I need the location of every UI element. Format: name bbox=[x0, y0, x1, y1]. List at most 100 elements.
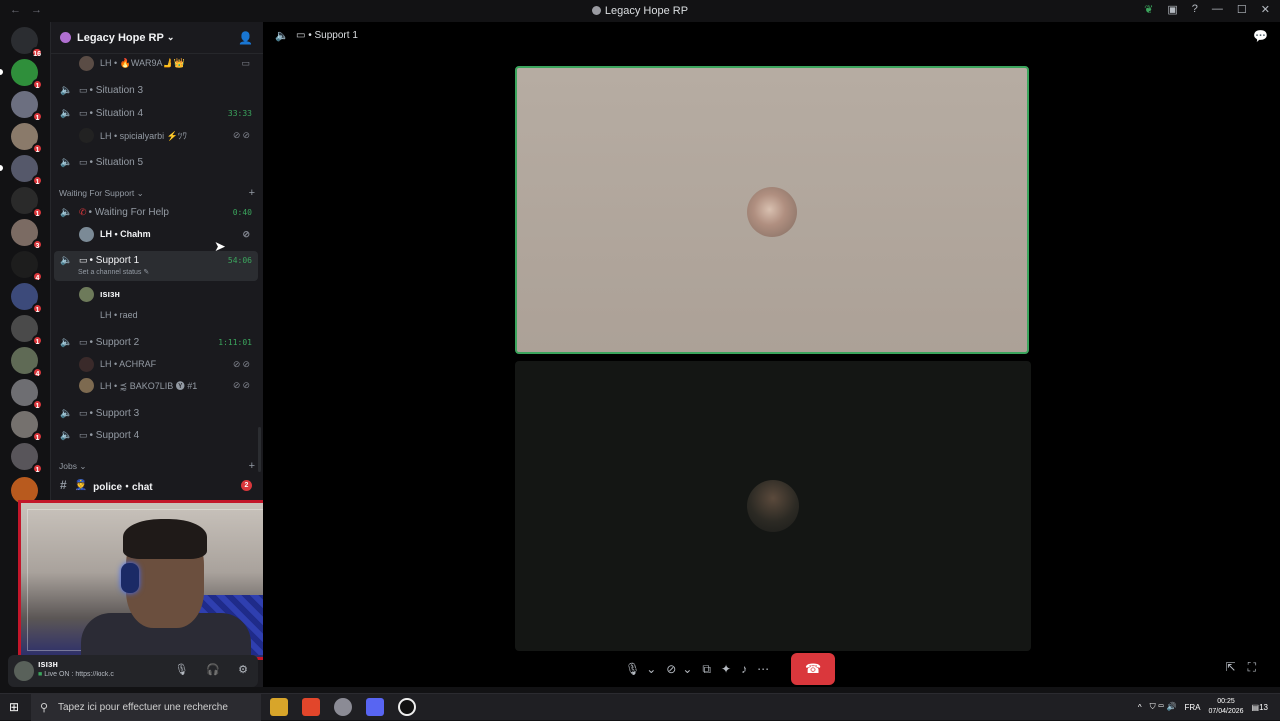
voice-channel-support-3[interactable]: 🔈 ▭ • Support 3 bbox=[54, 403, 258, 423]
scrollbar[interactable] bbox=[258, 427, 261, 472]
text-channel-police-chat[interactable]: # 👮 police・chat 2 bbox=[54, 475, 258, 495]
channel-timer: 54:06 bbox=[227, 256, 252, 265]
server-icon-10[interactable]: 4 bbox=[11, 347, 43, 378]
chevron-down-icon[interactable]: ⌄ bbox=[682, 662, 692, 676]
server-icon-5[interactable]: 1 bbox=[11, 187, 43, 218]
server-icon-7[interactable]: 4 bbox=[11, 251, 43, 282]
server-icon-3[interactable]: 1 bbox=[11, 123, 43, 154]
obs-icon[interactable] bbox=[398, 698, 416, 716]
participant-avatar bbox=[747, 187, 797, 237]
server-icon-9[interactable]: 1 bbox=[11, 315, 43, 346]
channel-timer: 1:11:01 bbox=[218, 337, 252, 347]
voice-channel-support-1[interactable]: 🔈 ▭ • Support 1 54:06 Set a channel status ✎ bbox=[54, 251, 258, 281]
participant-tile-speaking[interactable] bbox=[515, 66, 1029, 354]
category-waiting-for-support[interactable]: Waiting For Support ⌄ + bbox=[59, 187, 259, 202]
webcam-overlay bbox=[18, 500, 299, 660]
server-icon-8[interactable]: 1 bbox=[11, 283, 43, 314]
voice-user[interactable]: LH • ACHRAF ⊘⊘ bbox=[79, 354, 257, 374]
add-channel-icon[interactable]: + bbox=[249, 187, 255, 199]
call-header: 🔈 ▭ • Support 1 💬 bbox=[263, 22, 1280, 50]
camera-control[interactable]: ⊘ ⌄ bbox=[666, 662, 692, 676]
speaker-icon: 🔈 bbox=[60, 206, 73, 218]
home-button[interactable]: 16 bbox=[11, 27, 43, 58]
screen-share-icon[interactable]: ⧉ bbox=[702, 662, 711, 677]
add-channel-icon[interactable]: + bbox=[249, 460, 255, 472]
server-icon-6[interactable]: 3 bbox=[11, 219, 43, 250]
brave-browser-icon[interactable] bbox=[302, 698, 320, 716]
channel-name: • Waiting For Help bbox=[88, 206, 169, 218]
voice-user[interactable]: LH • spicialyarbi ⚡ﾂﾜ ⊘⊘ bbox=[79, 125, 257, 145]
server-icon-4[interactable]: 1 bbox=[0, 155, 43, 186]
avatar[interactable] bbox=[14, 661, 34, 681]
server-header[interactable]: Legacy Hope RP ⌄ 👤 bbox=[51, 22, 263, 54]
notification-count: 13 bbox=[1259, 702, 1268, 712]
server-icon-1[interactable]: 1 bbox=[0, 59, 43, 90]
server-icon-12[interactable]: 1 bbox=[11, 411, 43, 442]
channel-status-prompt[interactable]: Set a channel status ✎ bbox=[78, 268, 149, 276]
server-icon-11[interactable]: 1 bbox=[11, 379, 43, 410]
voice-user[interactable]: ısıзн bbox=[79, 284, 257, 304]
chat-bubble-icon[interactable]: 💬 bbox=[1253, 29, 1268, 43]
invite-people-icon[interactable]: 👤 bbox=[238, 31, 253, 45]
voice-user-name: LH • spicialyarbi ⚡ﾂﾜ bbox=[100, 130, 187, 141]
notification-icon[interactable]: ▤13 bbox=[1252, 703, 1268, 712]
voice-channel-waiting-for-help[interactable]: 🔈 ✆ • Waiting For Help 0:40 bbox=[54, 202, 258, 222]
server-badge: 1 bbox=[32, 399, 43, 410]
voice-channel-support-4[interactable]: 🔈 ▭ • Support 4 bbox=[54, 425, 258, 445]
voice-channel-situation-3[interactable]: 🔈 ▭ • Situation 3 bbox=[54, 80, 258, 100]
language-indicator[interactable]: FRA bbox=[1184, 703, 1200, 712]
activities-icon[interactable]: ✦ bbox=[721, 662, 731, 676]
camera-off-icon[interactable]: ⊘ bbox=[666, 662, 676, 676]
server-badge: 4 bbox=[32, 271, 43, 282]
title-bar: ←→ Legacy Hope RP ❦ ▣ ? — ☐ ✕ bbox=[0, 0, 1280, 22]
discord-icon[interactable] bbox=[366, 698, 384, 716]
voice-user[interactable]: LH • raed bbox=[79, 305, 257, 325]
close-button[interactable]: ✕ bbox=[1261, 3, 1270, 16]
channel-timer: 0:40 bbox=[232, 207, 252, 217]
soundboard-icon[interactable]: ♪ bbox=[741, 662, 747, 676]
disconnect-button[interactable]: ☎ bbox=[791, 653, 836, 685]
search-icon: ⚲ bbox=[40, 702, 49, 714]
muted-deafened-icons: ⊘⊘ bbox=[232, 129, 252, 140]
voice-user[interactable]: LH • 🔥WAR9A🫸👑 ▭ bbox=[79, 53, 257, 73]
taskbar-search[interactable]: ⚲ Tapez ici pour effectuer une recherche bbox=[31, 694, 261, 721]
voice-user-name: ısıзн bbox=[100, 289, 120, 299]
voice-channel-support-2[interactable]: 🔈 ▭ • Support 2 1:11:01 bbox=[54, 332, 258, 352]
voice-user-name: LH • raed bbox=[100, 310, 138, 320]
avatar bbox=[79, 308, 94, 323]
voice-user[interactable]: LH • Chahm ⊘ bbox=[79, 224, 257, 244]
popout-fullscreen-icons[interactable]: ⇱⛶ bbox=[1226, 660, 1268, 675]
mic-control[interactable]: 🎙 ⌄ bbox=[625, 662, 656, 676]
channel-timer: 33:33 bbox=[227, 108, 252, 118]
category-jobs[interactable]: Jobs ⌄ + bbox=[59, 460, 259, 475]
headphones-icon[interactable]: 🎧 bbox=[206, 663, 220, 676]
user-controls: 🎙 🎧 ⚙ bbox=[174, 663, 248, 676]
nitro-leaf-icon[interactable]: ❦ bbox=[1144, 3, 1153, 16]
participant-tile[interactable] bbox=[515, 361, 1031, 651]
windows-start-icon[interactable]: ⊞ bbox=[9, 700, 19, 714]
voice-user[interactable]: LH • ⪷ BAKO7LIB 🅨 #1 ⊘⊘ bbox=[79, 375, 257, 395]
microphone-icon[interactable]: 🎙 bbox=[625, 662, 640, 676]
microphone-icon[interactable]: 🎙 bbox=[174, 663, 188, 676]
file-explorer-icon[interactable] bbox=[270, 698, 288, 716]
maximize-button[interactable]: ☐ bbox=[1237, 3, 1247, 16]
channel-name: • Support 1 bbox=[89, 255, 140, 266]
help-icon[interactable]: ? bbox=[1192, 3, 1198, 16]
voice-channel-situation-5[interactable]: 🔈 ▭ • Situation 5 bbox=[54, 152, 258, 172]
inbox-icon[interactable]: ▣ bbox=[1167, 3, 1177, 16]
clock[interactable]: 00:25 07/04/2026 bbox=[1208, 697, 1243, 717]
chevron-down-icon[interactable]: ⌄ bbox=[646, 662, 656, 676]
tray-app-icons[interactable]: ⛉ ▭ 🔊 bbox=[1150, 702, 1177, 712]
tray-chevron-icon[interactable]: ^ bbox=[1138, 703, 1142, 712]
muted-deafened-icons: ⊘⊘ bbox=[232, 358, 252, 369]
app-icon[interactable] bbox=[334, 698, 352, 716]
server-name: Legacy Hope RP bbox=[77, 31, 164, 44]
more-options-icon[interactable]: ⋯ bbox=[757, 662, 769, 676]
server-icon-2[interactable]: 1 bbox=[11, 91, 43, 122]
minimize-button[interactable]: — bbox=[1212, 3, 1223, 16]
voice-channel-situation-4[interactable]: 🔈 ▭ • Situation 4 33:33 bbox=[54, 103, 258, 123]
gear-icon[interactable]: ⚙ bbox=[238, 663, 248, 676]
avatar bbox=[79, 127, 94, 143]
server-icon-13[interactable]: 1 bbox=[11, 443, 43, 474]
phone-icon: ✆ bbox=[79, 206, 87, 217]
